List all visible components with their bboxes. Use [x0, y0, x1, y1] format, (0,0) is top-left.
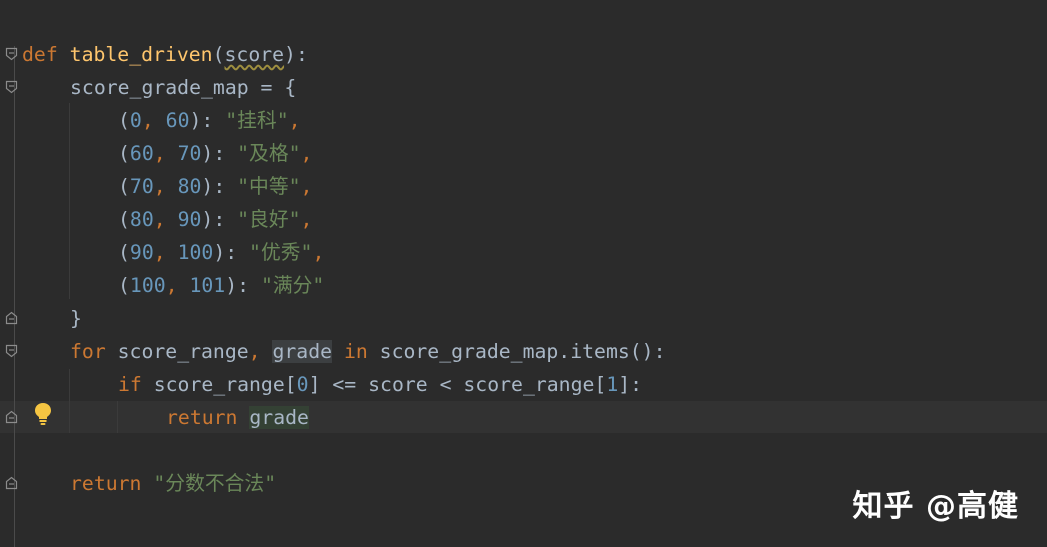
number: 60: [165, 109, 190, 132]
indent-guide: [69, 369, 70, 433]
code-line-6[interactable]: (80, 90): "良好",: [118, 203, 312, 236]
fold-end-marker-icon[interactable]: [5, 311, 18, 325]
parameter: score: [224, 43, 285, 66]
expression: score_range[: [141, 373, 297, 396]
number: 1: [606, 373, 619, 396]
keyword: in: [332, 340, 380, 363]
comma: ,: [153, 208, 178, 231]
expression: score_grade_map.items():: [379, 340, 666, 363]
keyword: def: [22, 43, 58, 66]
code-line-14[interactable]: return "分数不合法": [70, 467, 276, 500]
comma: ,: [141, 109, 166, 132]
paren-open: (: [118, 109, 130, 132]
expression: ] <= score < score_range[: [308, 373, 607, 396]
indent-guide: [117, 401, 118, 433]
number: 80: [129, 208, 154, 231]
brace-close: }: [70, 307, 82, 330]
current-line-highlight: [0, 401, 1047, 433]
code-line-9[interactable]: }: [70, 302, 82, 335]
keyword: return: [166, 406, 238, 429]
keyword: return: [70, 472, 142, 495]
number: 100: [177, 241, 214, 264]
code-line-2[interactable]: score_grade_map = {: [70, 71, 296, 104]
comma: ,: [300, 208, 313, 231]
paren-open: (: [118, 241, 130, 264]
string: "优秀": [249, 241, 313, 264]
code-line-7[interactable]: (90, 100): "优秀",: [118, 236, 324, 269]
code-line-11[interactable]: if score_range[0] <= score < score_range…: [118, 368, 642, 401]
fold-marker-icon[interactable]: [5, 47, 18, 61]
lightbulb-icon[interactable]: [33, 401, 53, 427]
code-line-4[interactable]: (60, 70): "及格",: [118, 137, 312, 170]
string: "及格": [237, 142, 301, 165]
comma: ,: [288, 109, 301, 132]
code-line-10[interactable]: for score_range, grade in score_grade_ma…: [70, 335, 666, 368]
paren-close: ):: [225, 274, 261, 297]
paren-open: (: [118, 274, 130, 297]
paren-open: (: [212, 43, 225, 66]
paren-close: ):: [284, 43, 308, 66]
paren-open: (: [118, 142, 130, 165]
number: 90: [129, 241, 154, 264]
function-name: table_driven: [69, 43, 213, 66]
fold-marker-icon[interactable]: [5, 80, 18, 94]
code-line-1[interactable]: def table_driven(score):: [22, 38, 308, 71]
paren-close: ):: [213, 241, 250, 264]
comma: ,: [300, 175, 313, 198]
code-line-3[interactable]: (0, 60): "挂科",: [118, 104, 301, 137]
comma: ,: [153, 142, 178, 165]
paren-close: ):: [201, 142, 238, 165]
comma: ,: [248, 340, 273, 363]
code-line-5[interactable]: (70, 80): "中等",: [118, 170, 312, 203]
keyword: for: [70, 340, 106, 363]
watermark: 知乎 @高健: [852, 489, 1019, 524]
variable-highlighted: grade: [249, 406, 309, 429]
number: 60: [129, 142, 154, 165]
fold-end-marker-icon[interactable]: [5, 476, 18, 490]
paren-open: (: [118, 208, 130, 231]
indent-guide: [69, 103, 70, 299]
comma: ,: [312, 241, 325, 264]
number: 0: [129, 109, 142, 132]
fold-marker-icon[interactable]: [5, 344, 18, 358]
comma: ,: [153, 175, 178, 198]
string: "分数不合法": [153, 472, 277, 495]
number: 70: [129, 175, 154, 198]
variable-highlighted: grade: [272, 340, 333, 363]
comma: ,: [165, 274, 190, 297]
paren-close: ):: [201, 208, 238, 231]
string: "满分": [260, 274, 325, 297]
comma: ,: [153, 241, 178, 264]
code-line-8[interactable]: (100, 101): "满分": [118, 269, 324, 302]
number: 100: [129, 274, 166, 297]
paren-close: ):: [201, 175, 238, 198]
expression: ]:: [618, 373, 643, 396]
string: "挂科": [225, 109, 289, 132]
code-editor[interactable]: def table_driven(score): score_grade_map…: [0, 0, 1047, 547]
variable: score_range: [105, 340, 249, 363]
gutter-divider: [14, 46, 15, 547]
dict-assign: score_grade_map = {: [70, 76, 297, 99]
fold-end-marker-icon[interactable]: [5, 410, 18, 424]
number: 70: [177, 142, 202, 165]
paren-close: ):: [189, 109, 226, 132]
number: 0: [296, 373, 309, 396]
number: 90: [177, 208, 202, 231]
string: "良好": [237, 208, 301, 231]
code-line-12[interactable]: return grade: [166, 401, 309, 434]
paren-open: (: [118, 175, 130, 198]
number: 80: [177, 175, 202, 198]
keyword: if: [118, 373, 142, 396]
number: 101: [189, 274, 226, 297]
string: "中等": [237, 175, 301, 198]
comma: ,: [300, 142, 313, 165]
